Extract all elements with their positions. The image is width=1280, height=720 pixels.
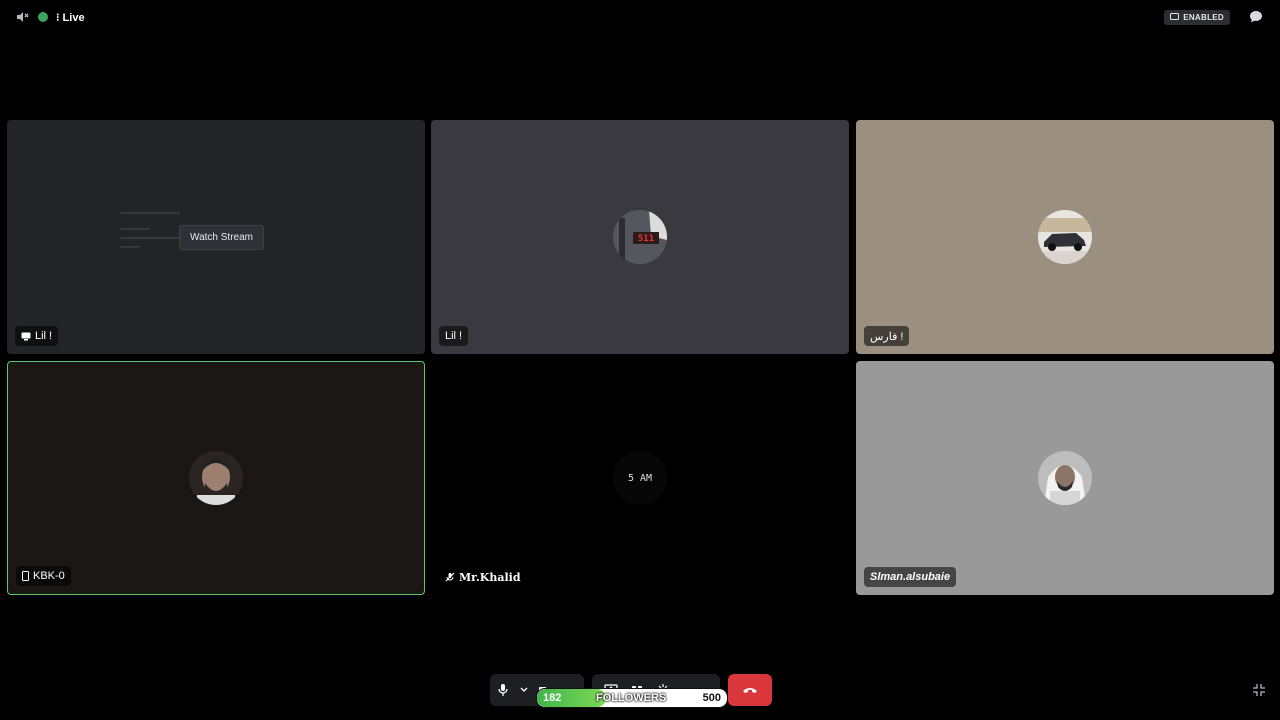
disconnect-button[interactable]: [728, 674, 772, 706]
avatar: [1038, 210, 1092, 264]
channel-name: ⁝ Live: [56, 11, 85, 24]
avatar: [1038, 451, 1092, 505]
participant-name-tag: Lil !: [15, 326, 59, 346]
followers-current: 182: [543, 692, 562, 704]
avatar: [189, 451, 243, 505]
participant-name: KBK-0: [33, 570, 65, 582]
participant-tile[interactable]: 511 Lil !: [431, 120, 849, 354]
participant-name: Mr.Khalid: [459, 570, 521, 584]
speaker-icon[interactable]: [14, 9, 30, 25]
followers-goal: 500: [702, 692, 721, 704]
participant-name: Lil !: [35, 330, 53, 342]
participant-name: Lil !: [445, 330, 463, 342]
participant-tile[interactable]: فارس !: [856, 120, 1274, 354]
avatar-text: 5 AM: [627, 472, 653, 484]
voice-header: ⁝ Live: [14, 8, 85, 26]
live-status-icon: [38, 12, 48, 22]
mic-options-button[interactable]: [516, 674, 532, 706]
muted-mic-icon: [445, 572, 455, 582]
participant-name: فارس !: [870, 330, 904, 343]
hang-up-icon: [743, 688, 757, 693]
header-actions: ENABLED: [1164, 9, 1264, 25]
avatar: 5 AM: [613, 451, 667, 505]
participant-name-tag: KBK-0: [16, 566, 71, 586]
microphone-button[interactable]: [490, 674, 516, 706]
participant-name-tag: Lil !: [439, 326, 469, 346]
participant-tile-stream[interactable]: Watch Stream Lil !: [7, 120, 425, 354]
enabled-badge[interactable]: ENABLED: [1164, 9, 1230, 25]
participant-tile[interactable]: 5 AM Mr.Khalid: [431, 361, 849, 595]
participant-name-tag: فارس !: [864, 326, 910, 346]
microphone-icon: [498, 684, 508, 696]
mobile-icon: [22, 571, 29, 581]
enabled-label: ENABLED: [1183, 12, 1224, 22]
screen-icon: [1170, 13, 1180, 20]
participant-name: Slman.alsubaie: [870, 571, 951, 583]
screen-share-icon: [21, 332, 31, 340]
avatar-text: 511: [638, 234, 654, 244]
participant-name-tag: Slman.alsubaie: [864, 567, 957, 587]
avatar: 511: [613, 210, 667, 264]
participant-name-tag: Mr.Khalid: [439, 567, 527, 587]
watch-stream-button[interactable]: Watch Stream: [179, 225, 264, 250]
chevron-down-icon: [520, 687, 528, 692]
followers-label: FOLLOWERS: [596, 692, 667, 704]
participant-tile-speaking[interactable]: KBK-0: [7, 361, 425, 595]
followers-goal-bar: 182 FOLLOWERS 500: [536, 688, 728, 708]
collapse-icon[interactable]: [1252, 683, 1266, 697]
participant-tile[interactable]: Slman.alsubaie: [856, 361, 1274, 595]
chat-icon[interactable]: [1248, 9, 1264, 25]
